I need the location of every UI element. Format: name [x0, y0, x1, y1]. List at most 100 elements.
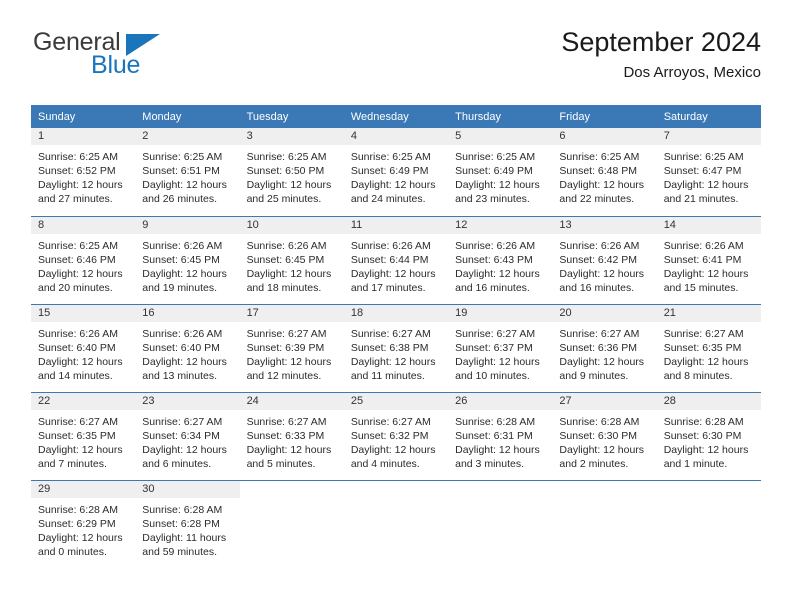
sunrise-text: Sunrise: 6:26 AM [663, 239, 744, 252]
day-details: Sunrise: 6:25 AM Sunset: 6:49 PM Dayligh… [448, 145, 553, 206]
day-cell[interactable]: 6 Sunrise: 6:25 AM Sunset: 6:48 PM Dayli… [552, 128, 657, 216]
week-row: 22 Sunrise: 6:27 AM Sunset: 6:35 PM Dayl… [31, 391, 761, 480]
sunset-text: Sunset: 6:49 PM [455, 165, 533, 177]
sunset-text: Sunset: 6:32 PM [350, 429, 429, 442]
sunset-text: Sunset: 6:46 PM [38, 253, 116, 266]
day-number: 17 [239, 304, 344, 322]
day-number: 27 [552, 392, 657, 410]
day-cell[interactable]: 10 Sunrise: 6:26 AM Sunset: 6:45 PM Dayl… [239, 215, 344, 304]
day-details: Sunrise: 6:26 AM Sunset: 6:40 PM Dayligh… [135, 321, 240, 383]
sunrise-text: Sunrise: 6:25 AM [38, 151, 118, 163]
day-cell[interactable]: 27 Sunrise: 6:28 AM Sunset: 6:30 PM Dayl… [552, 391, 657, 480]
day-details: Sunrise: 6:25 AM Sunset: 6:49 PM Dayligh… [343, 145, 449, 206]
sunrise-text: Sunrise: 6:28 AM [559, 415, 640, 428]
sunrise-text: Sunrise: 6:27 AM [663, 327, 744, 340]
daylight-text-line2: and 8 minutes. [663, 369, 733, 382]
sunrise-text: Sunrise: 6:27 AM [350, 327, 431, 340]
daylight-text-line1: Daylight: 12 hours [455, 443, 540, 456]
day-number: 22 [31, 392, 136, 410]
sunset-text: Sunset: 6:52 PM [38, 165, 116, 177]
sunrise-text: Sunrise: 6:25 AM [559, 151, 640, 163]
day-cell-empty [448, 479, 553, 568]
day-cell[interactable]: 19 Sunrise: 6:27 AM Sunset: 6:37 PM Dayl… [448, 303, 553, 392]
day-cell[interactable]: 11 Sunrise: 6:26 AM Sunset: 6:44 PM Dayl… [343, 215, 449, 304]
day-details: Sunrise: 6:25 AM Sunset: 6:47 PM Dayligh… [656, 145, 761, 206]
sunset-text: Sunset: 6:50 PM [246, 165, 325, 177]
daylight-text-line2: and 20 minutes. [38, 281, 113, 294]
daylight-text-line1: Daylight: 12 hours [663, 179, 749, 191]
calendar-body: 1 Sunrise: 6:25 AM Sunset: 6:52 PM Dayli… [31, 128, 761, 568]
day-cell[interactable]: 7 Sunrise: 6:25 AM Sunset: 6:47 PM Dayli… [656, 128, 761, 216]
daylight-text-line2: and 17 minutes. [350, 281, 426, 294]
day-cell[interactable]: 9 Sunrise: 6:26 AM Sunset: 6:45 PM Dayli… [135, 215, 240, 304]
day-details: Sunrise: 6:25 AM Sunset: 6:50 PM Dayligh… [239, 145, 344, 206]
day-cell[interactable]: 29 Sunrise: 6:28 AM Sunset: 6:29 PM Dayl… [31, 479, 136, 568]
day-number [343, 480, 449, 498]
day-details: Sunrise: 6:27 AM Sunset: 6:35 PM Dayligh… [656, 321, 761, 383]
sunset-text: Sunset: 6:34 PM [142, 429, 220, 442]
daylight-text-line2: and 10 minutes. [455, 369, 530, 382]
daylight-text-line2: and 1 minute. [663, 457, 728, 470]
day-cell[interactable]: 12 Sunrise: 6:26 AM Sunset: 6:43 PM Dayl… [448, 215, 553, 304]
sunrise-text: Sunrise: 6:27 AM [142, 415, 223, 428]
daylight-text-line1: Daylight: 12 hours [559, 267, 645, 280]
day-cell[interactable]: 13 Sunrise: 6:26 AM Sunset: 6:42 PM Dayl… [552, 215, 657, 304]
daylight-text-line1: Daylight: 12 hours [559, 443, 645, 456]
brand-logo[interactable]: General Blue [31, 26, 261, 86]
day-cell[interactable]: 24 Sunrise: 6:27 AM Sunset: 6:33 PM Dayl… [239, 391, 344, 480]
day-cell[interactable]: 22 Sunrise: 6:27 AM Sunset: 6:35 PM Dayl… [31, 391, 136, 480]
daylight-text-line2: and 18 minutes. [246, 281, 322, 294]
day-details: Sunrise: 6:27 AM Sunset: 6:37 PM Dayligh… [448, 321, 553, 383]
day-cell[interactable]: 16 Sunrise: 6:26 AM Sunset: 6:40 PM Dayl… [135, 303, 240, 392]
day-cell[interactable]: 3 Sunrise: 6:25 AM Sunset: 6:50 PM Dayli… [239, 128, 344, 216]
day-cell[interactable]: 21 Sunrise: 6:27 AM Sunset: 6:35 PM Dayl… [656, 303, 761, 392]
sunset-text: Sunset: 6:43 PM [455, 253, 533, 266]
day-cell[interactable]: 14 Sunrise: 6:26 AM Sunset: 6:41 PM Dayl… [656, 215, 761, 304]
day-cell[interactable]: 25 Sunrise: 6:27 AM Sunset: 6:32 PM Dayl… [343, 391, 449, 480]
day-cell[interactable]: 1 Sunrise: 6:25 AM Sunset: 6:52 PM Dayli… [31, 128, 136, 216]
day-cell[interactable]: 26 Sunrise: 6:28 AM Sunset: 6:31 PM Dayl… [448, 391, 553, 480]
day-cell[interactable]: 5 Sunrise: 6:25 AM Sunset: 6:49 PM Dayli… [448, 128, 553, 216]
sunrise-text: Sunrise: 6:26 AM [38, 327, 118, 340]
day-cell[interactable]: 8 Sunrise: 6:25 AM Sunset: 6:46 PM Dayli… [31, 215, 136, 304]
sunrise-text: Sunrise: 6:27 AM [350, 415, 431, 428]
sunrise-text: Sunrise: 6:25 AM [663, 151, 744, 163]
day-cell[interactable]: 15 Sunrise: 6:26 AM Sunset: 6:40 PM Dayl… [31, 303, 136, 392]
daylight-text-line2: and 5 minutes. [246, 457, 316, 470]
sunrise-text: Sunrise: 6:26 AM [142, 327, 223, 340]
daylight-text-line2: and 21 minutes. [663, 193, 739, 205]
sunrise-text: Sunrise: 6:26 AM [455, 239, 536, 252]
daylight-text-line2: and 2 minutes. [559, 457, 629, 470]
daylight-text-line2: and 22 minutes. [559, 193, 635, 205]
daylight-text-line2: and 23 minutes. [455, 193, 530, 205]
day-cell[interactable]: 28 Sunrise: 6:28 AM Sunset: 6:30 PM Dayl… [656, 391, 761, 480]
day-cell[interactable]: 23 Sunrise: 6:27 AM Sunset: 6:34 PM Dayl… [135, 391, 240, 480]
day-number: 14 [656, 216, 761, 234]
day-details: Sunrise: 6:28 AM Sunset: 6:29 PM Dayligh… [31, 497, 136, 559]
day-details: Sunrise: 6:28 AM Sunset: 6:30 PM Dayligh… [552, 409, 657, 471]
day-number: 29 [31, 480, 136, 498]
day-details: Sunrise: 6:26 AM Sunset: 6:45 PM Dayligh… [135, 233, 240, 295]
title-block: September 2024 Dos Arroyos, Mexico [561, 26, 761, 84]
day-number: 6 [552, 128, 657, 145]
day-details [343, 497, 449, 503]
day-cell[interactable]: 20 Sunrise: 6:27 AM Sunset: 6:36 PM Dayl… [552, 303, 657, 392]
day-details: Sunrise: 6:26 AM Sunset: 6:41 PM Dayligh… [656, 233, 761, 295]
week-row: 1 Sunrise: 6:25 AM Sunset: 6:52 PM Dayli… [31, 128, 761, 216]
day-cell[interactable]: 17 Sunrise: 6:27 AM Sunset: 6:39 PM Dayl… [239, 303, 344, 392]
sunrise-text: Sunrise: 6:28 AM [38, 503, 118, 516]
sunrise-text: Sunrise: 6:27 AM [455, 327, 536, 340]
sunset-text: Sunset: 6:39 PM [246, 341, 325, 354]
sunrise-text: Sunrise: 6:26 AM [246, 239, 327, 252]
day-cell[interactable]: 2 Sunrise: 6:25 AM Sunset: 6:51 PM Dayli… [135, 128, 240, 216]
sunset-text: Sunset: 6:49 PM [350, 165, 429, 177]
column-header-wednesday: Wednesday [343, 105, 449, 128]
day-cell[interactable]: 4 Sunrise: 6:25 AM Sunset: 6:49 PM Dayli… [343, 128, 449, 216]
sunrise-text: Sunrise: 6:25 AM [142, 151, 223, 163]
day-cell[interactable]: 30 Sunrise: 6:28 AM Sunset: 6:28 PM Dayl… [135, 479, 240, 568]
day-cell[interactable]: 18 Sunrise: 6:27 AM Sunset: 6:38 PM Dayl… [343, 303, 449, 392]
daylight-text-line1: Daylight: 12 hours [663, 267, 749, 280]
day-number: 24 [239, 392, 344, 410]
column-header-tuesday: Tuesday [239, 105, 344, 128]
sunset-text: Sunset: 6:33 PM [246, 429, 325, 442]
